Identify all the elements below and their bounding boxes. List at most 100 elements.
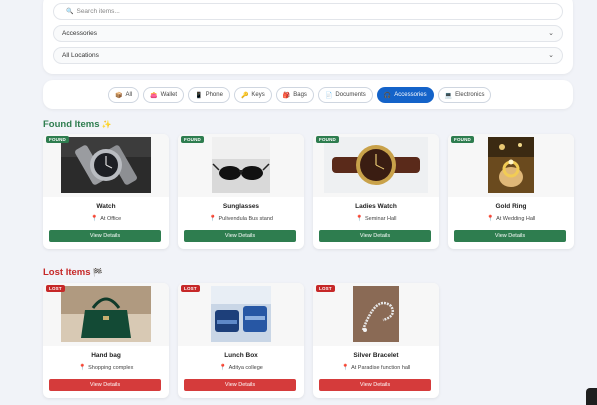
status-badge: LOST — [181, 285, 200, 292]
chip-electronics[interactable]: 💻 Electronics — [437, 87, 492, 103]
chip-label: Keys — [251, 92, 265, 98]
item-location-text: At Paradise function hall — [351, 365, 411, 371]
chip-label: Bags — [293, 92, 307, 98]
item-location: 📍 Pulivendula Bus stand — [178, 215, 304, 222]
map-pin-icon: 📍 — [341, 365, 350, 371]
item-name: Hand bag — [91, 352, 121, 359]
handbag-photo — [61, 286, 151, 342]
item-image-area: LOST — [178, 283, 304, 346]
map-pin-icon: 📍 — [78, 365, 87, 371]
item-location-text: Aditya college — [228, 365, 263, 371]
item-name: Sunglasses — [222, 203, 260, 210]
item-image-area: LOST — [313, 283, 439, 346]
chevron-down-icon: ⌄ — [548, 30, 554, 37]
found-item-card: FOUND Ladies Watch 📍 Seminar Hall View De… — [313, 134, 439, 249]
view-details-button[interactable]: View Details — [49, 379, 161, 391]
laptop-icon: 💻 — [444, 92, 453, 99]
status-badge: FOUND — [46, 136, 69, 143]
category-select-value: Accessories — [62, 30, 98, 37]
chip-phone[interactable]: 📱 Phone — [188, 87, 230, 103]
chip-all[interactable]: 📦 All — [108, 87, 140, 103]
view-details-button[interactable]: View Details — [319, 379, 431, 391]
status-badge: LOST — [46, 285, 65, 292]
chip-accessories[interactable]: 🎧 Accessories — [376, 87, 434, 103]
item-location: 📍 Shopping complex — [43, 364, 169, 371]
status-badge: LOST — [316, 285, 335, 292]
sparkles-icon: ✨ — [101, 120, 112, 129]
item-location: 📍 Seminar Hall — [313, 215, 439, 222]
item-image-area: FOUND — [313, 134, 439, 197]
chip-keys[interactable]: 🔑 Keys — [233, 87, 272, 103]
location-select-value: All Locations — [62, 52, 99, 59]
bag-icon: 🎒 — [282, 92, 291, 99]
map-pin-icon: 📍 — [209, 216, 217, 222]
category-chips-panel: 📦 All 👛 Wallet 📱 Phone 🔑 Keys 🎒 Bags 📄 Documen… — [43, 80, 573, 109]
search-input[interactable]: 🔍 Search items... — [53, 3, 563, 20]
item-location-text: At Wedding Hall — [496, 216, 536, 222]
item-name: Silver Bracelet — [353, 352, 399, 359]
category-select[interactable]: Accessories ⌄ — [53, 25, 563, 42]
item-name: Lunch Box — [224, 352, 258, 359]
lost-items-title: Lost Items — [43, 267, 91, 278]
item-image-area: LOST — [43, 283, 169, 346]
view-details-button[interactable]: View Details — [184, 230, 296, 242]
document-icon: 📄 — [324, 92, 333, 99]
chip-label: Accessories — [394, 92, 427, 98]
map-pin-icon: 📍 — [90, 216, 99, 222]
view-details-button[interactable]: View Details — [184, 379, 296, 391]
found-items-heading: Found Items ✨ — [43, 119, 111, 130]
box-icon: 📦 — [115, 92, 123, 99]
status-badge: FOUND — [181, 136, 204, 143]
lost-items-heading: Lost Items 🏁 — [43, 267, 102, 278]
item-location: 📍 Aditya college — [178, 364, 304, 371]
floating-action-button[interactable] — [586, 388, 597, 405]
status-badge: FOUND — [451, 136, 474, 143]
found-item-card: FOUND Watch 📍 At Office View Details — [43, 134, 169, 249]
wallet-icon: 👛 — [150, 92, 158, 99]
chip-wallet[interactable]: 👛 Wallet — [143, 87, 185, 103]
lost-item-card: LOST Silver Bracelet 📍 At Paradise functi… — [313, 283, 439, 398]
view-details-button[interactable]: View Details — [319, 230, 431, 242]
location-select[interactable]: All Locations ⌄ — [53, 47, 563, 64]
lost-item-card: LOST Hand bag 📍 Shopping complex View Det… — [43, 283, 169, 398]
flag-icon: 🏁 — [92, 268, 103, 277]
item-location: 📍 At Wedding Hall — [448, 215, 574, 222]
item-image-area: FOUND — [448, 134, 574, 197]
key-icon: 🔑 — [240, 92, 249, 99]
item-location: 📍 At Paradise function hall — [313, 364, 439, 371]
headphones-icon: 🎧 — [383, 92, 392, 99]
item-location-text: Seminar Hall — [365, 216, 397, 222]
map-pin-icon: 📍 — [486, 216, 495, 222]
item-name: Watch — [96, 203, 116, 210]
chip-label: All — [125, 92, 133, 98]
found-item-card: FOUND Gold Ring 📍 At Wedding Hall View De… — [448, 134, 574, 249]
ladies-watch-photo — [324, 137, 428, 193]
item-location: 📍 At Office — [43, 215, 169, 222]
watch-photo — [61, 137, 151, 193]
chip-label: Wallet — [160, 92, 178, 98]
item-location-text: Shopping complex — [88, 365, 134, 371]
view-details-button[interactable]: View Details — [454, 230, 566, 242]
map-pin-icon: 📍 — [219, 365, 227, 371]
chevron-down-icon: ⌄ — [548, 52, 554, 59]
chip-documents[interactable]: 📄 Documents — [317, 87, 373, 103]
found-items-title: Found Items — [43, 119, 100, 130]
map-pin-icon: 📍 — [355, 216, 363, 222]
search-placeholder: Search items... — [76, 8, 120, 15]
view-details-button[interactable]: View Details — [49, 230, 161, 242]
status-badge: FOUND — [316, 136, 339, 143]
item-image-area: FOUND — [43, 134, 169, 197]
sunglasses-photo — [212, 137, 270, 193]
chip-label: Phone — [205, 92, 223, 98]
item-name: Gold Ring — [495, 203, 527, 210]
lunch-box-photo — [211, 286, 271, 342]
filter-panel: 🔍 Search items... Accessories ⌄ All Loca… — [43, 0, 573, 74]
gold-ring-photo — [488, 137, 534, 193]
chip-bags[interactable]: 🎒 Bags — [275, 87, 314, 103]
lost-item-card: LOST Lunch Box 📍 Aditya college View Deta… — [178, 283, 304, 398]
phone-icon: 📱 — [195, 92, 203, 99]
item-location-text: At Office — [100, 216, 122, 222]
item-location-text: Pulivendula Bus stand — [218, 216, 273, 222]
item-name: Ladies Watch — [355, 203, 397, 210]
found-item-card: FOUND Sunglasses 📍 Pulivendula Bus stand … — [178, 134, 304, 249]
